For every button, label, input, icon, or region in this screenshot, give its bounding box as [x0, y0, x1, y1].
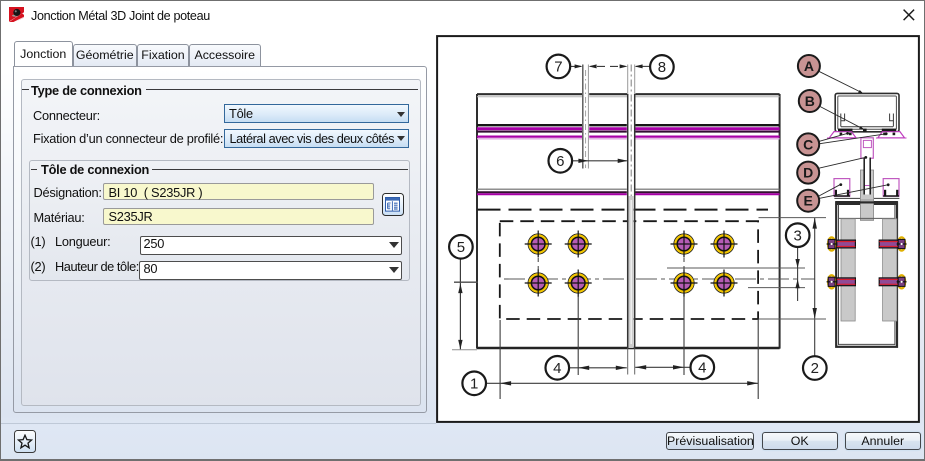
svg-text:4: 4 [553, 360, 561, 377]
svg-text:3: 3 [794, 227, 802, 244]
svg-text:5: 5 [457, 239, 465, 256]
svg-text:C: C [803, 136, 813, 152]
svg-text:B: B [805, 93, 815, 109]
svg-text:2: 2 [811, 360, 819, 377]
svg-text:6: 6 [556, 153, 564, 170]
svg-text:1: 1 [470, 376, 478, 393]
svg-text:7: 7 [554, 59, 562, 76]
svg-text:8: 8 [658, 59, 666, 76]
svg-text:D: D [803, 165, 813, 181]
svg-text:4: 4 [698, 360, 706, 377]
svg-text:E: E [804, 193, 813, 209]
svg-text:A: A [804, 58, 814, 74]
